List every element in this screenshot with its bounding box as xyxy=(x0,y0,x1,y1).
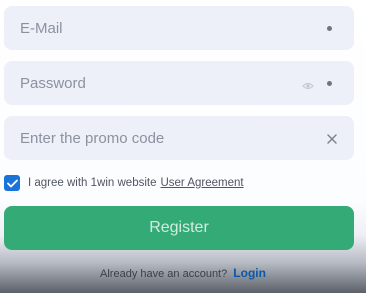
dot-icon xyxy=(327,26,332,31)
user-agreement-link[interactable]: User Agreement xyxy=(160,177,243,189)
login-link[interactable]: Login xyxy=(233,266,266,280)
check-icon xyxy=(6,179,18,187)
eye-icon[interactable] xyxy=(302,78,314,90)
agreement-row: I agree with 1win website User Agreement xyxy=(4,174,244,192)
login-prompt: Already have an account? xyxy=(100,268,228,280)
register-button[interactable]: Register xyxy=(4,206,354,250)
close-icon[interactable] xyxy=(326,132,338,144)
login-row: Already have an account? Login xyxy=(0,266,366,280)
email-field-container xyxy=(4,6,354,50)
agreement-checkbox[interactable] xyxy=(4,175,20,191)
dot-icon xyxy=(327,81,332,86)
password-field-container xyxy=(4,61,354,105)
registration-form: I agree with 1win website User Agreement… xyxy=(0,0,366,293)
agreement-text: I agree with 1win website xyxy=(28,177,157,189)
email-field[interactable] xyxy=(4,6,354,50)
promo-code-field[interactable] xyxy=(4,116,354,160)
promo-field-container xyxy=(4,116,354,160)
